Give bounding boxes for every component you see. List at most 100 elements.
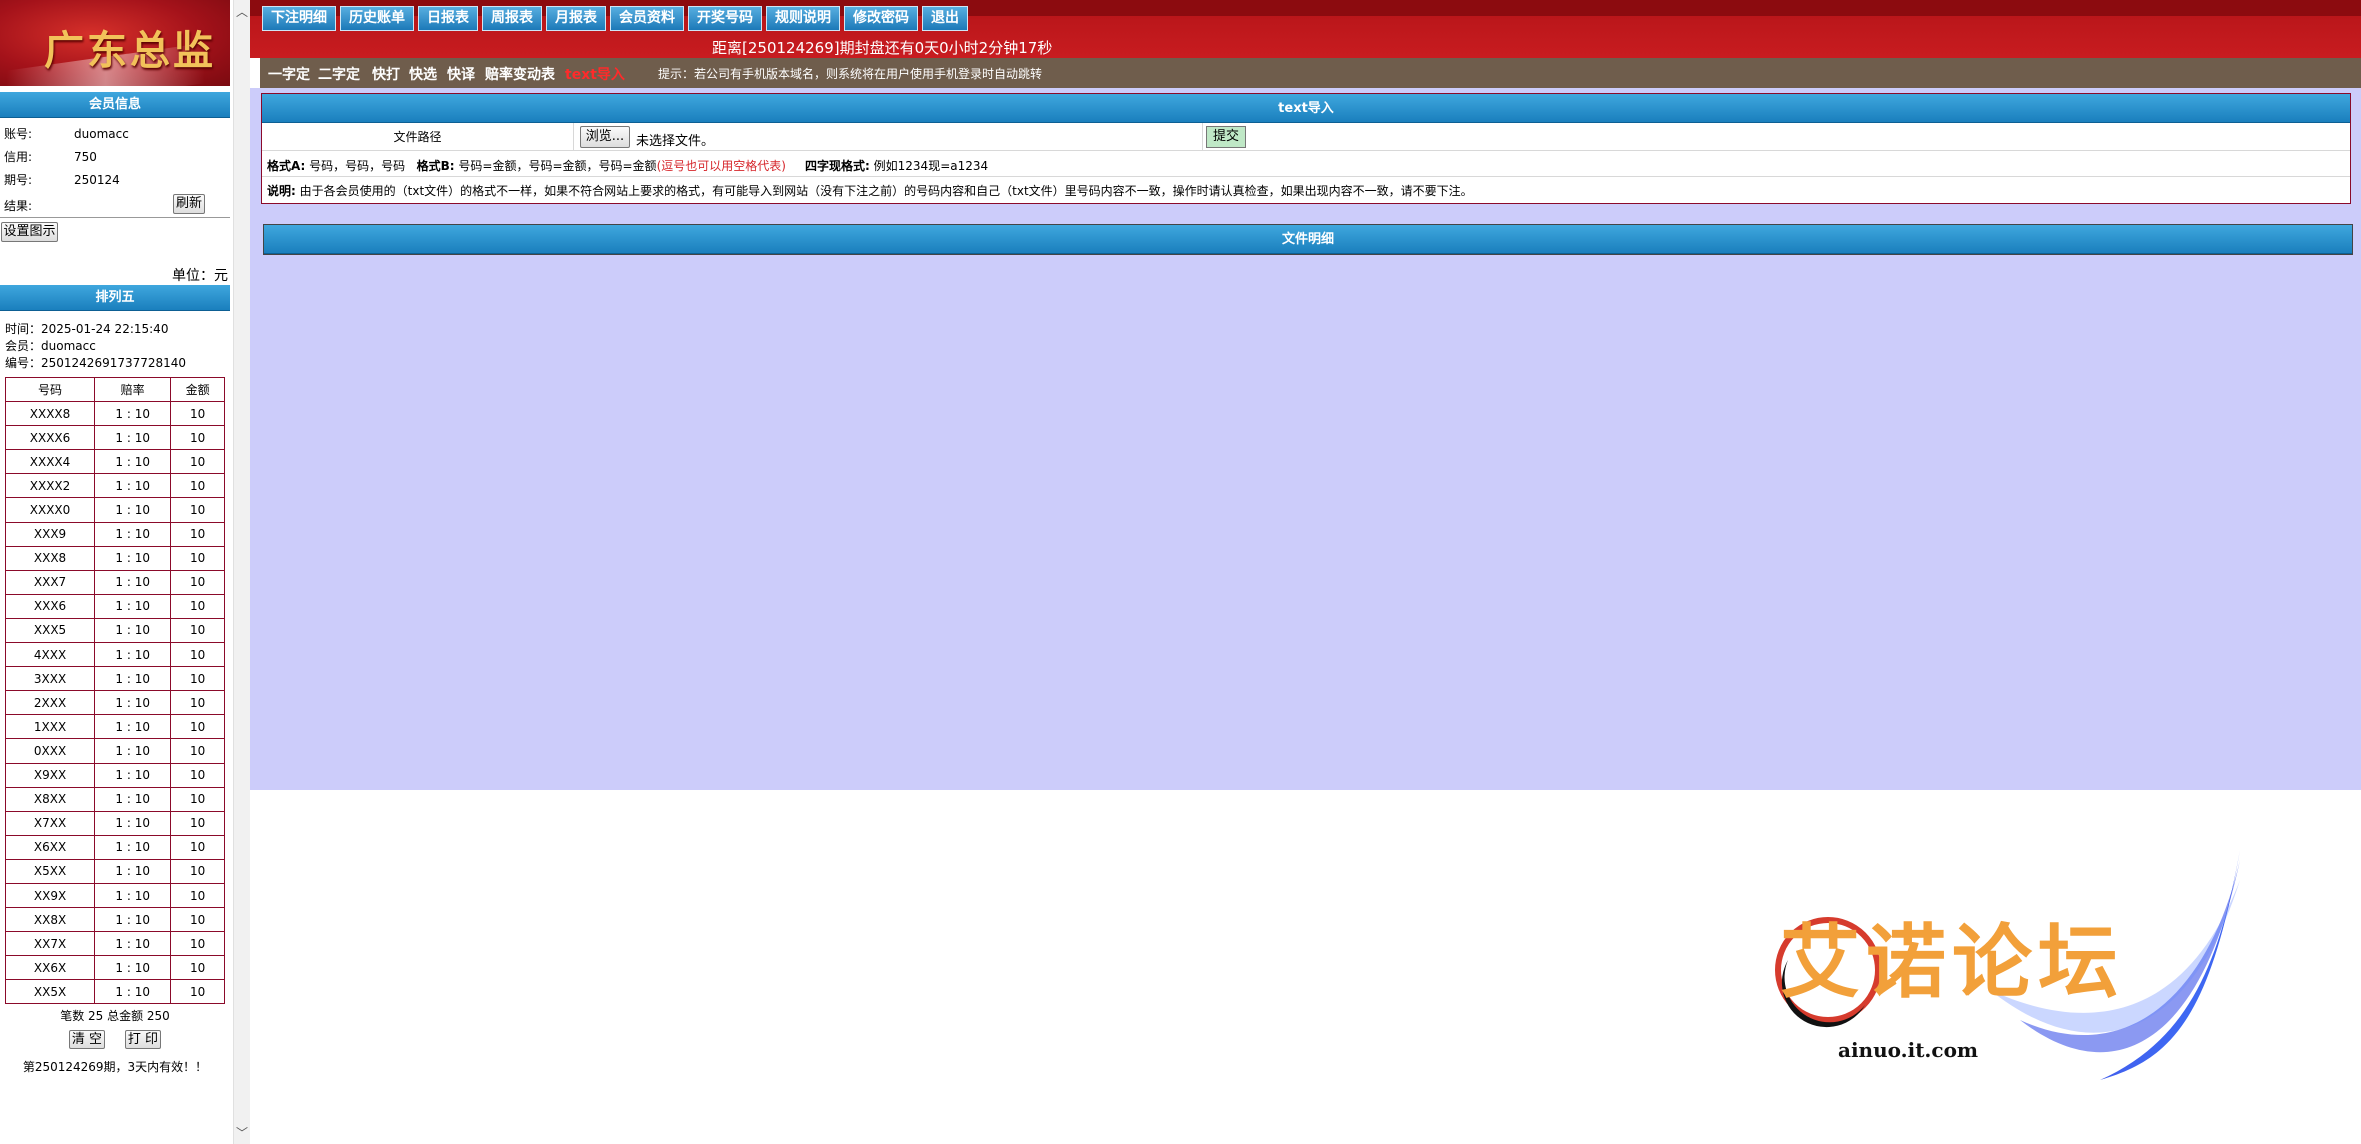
subnav-item-quick-play[interactable]: 快打: [372, 64, 400, 84]
table-row: XXX7 1 : 10 10: [4, 569, 225, 595]
row-divider: [262, 176, 2350, 177]
odds: 1 : 10: [94, 714, 172, 740]
period-label: 期号:: [4, 173, 33, 187]
table-row: X9XX 1 : 10 10: [4, 762, 225, 788]
submit-button[interactable]: 提交: [1206, 126, 1246, 148]
odds: 1 : 10: [94, 738, 172, 764]
ticket-member: 会员：duomacc: [5, 339, 96, 353]
odds: 1 : 10: [94, 642, 172, 668]
amount: 10: [170, 473, 225, 499]
file-detail-header: 文件明细: [264, 225, 2352, 254]
import-panel: text导入 文件路径 浏览... 未选择文件。 提交 格式A: 号码，号码，号…: [261, 93, 2351, 204]
amount: 10: [170, 858, 225, 884]
ticket-table: 号码 赔率 金额 XXXX8 1 : 10 10 XXXX6 1 : 10 10 XXXX4 1 …: [4, 376, 225, 1005]
left-panel: 广东总监 会员信息 账号: duomacc 信用: 750 期号: 250124 结果…: [0, 0, 230, 1144]
amount: 10: [170, 401, 225, 427]
nav-item[interactable]: 退出: [922, 6, 968, 31]
ticket-table-header: 号码 赔率 金额: [4, 376, 225, 403]
bet-number: 3XXX: [4, 666, 96, 692]
logo: 广东总监: [0, 0, 230, 86]
format-a-text: 号码，号码，号码: [309, 159, 406, 173]
nav-item[interactable]: 周报表: [482, 6, 542, 31]
amount: 10: [170, 955, 225, 981]
amount: 10: [170, 738, 225, 764]
subnav-item-quick-translate[interactable]: 快译: [447, 64, 475, 84]
odds: 1 : 10: [94, 545, 172, 571]
note-text: 由于各会员使用的（txt文件）的格式不一样，如果不符合网站上要求的格式，有可能导…: [299, 184, 1473, 198]
format-b-label: 格式B:: [416, 159, 455, 173]
nav-item[interactable]: 规则说明: [766, 6, 840, 31]
table-row: XXX6 1 : 10 10: [4, 593, 225, 619]
refresh-button[interactable]: 刷新: [173, 194, 205, 214]
format-4-text: 例如1234现=a1234: [873, 159, 989, 173]
nav-item[interactable]: 月报表: [546, 6, 606, 31]
odds: 1 : 10: [94, 473, 172, 499]
ticket-actions: 清 空打 印: [0, 1030, 230, 1049]
table-row: XXX8 1 : 10 10: [4, 545, 225, 571]
sub-nav: 一字定 二字定 快打 快选 快译 赔率变动表 text导入 提示：若公司有手机版…: [260, 58, 2361, 88]
table-row: XX5X 1 : 10 10: [4, 979, 225, 1005]
bet-number: XX6X: [4, 955, 96, 981]
result-row: 结果:: [4, 197, 74, 214]
odds: 1 : 10: [94, 690, 172, 716]
valid-note: 第250124269期，3天内有效！！: [22, 1060, 208, 1074]
note-label: 说明:: [267, 184, 296, 198]
table-row: XXXX4 1 : 10 10: [4, 449, 225, 475]
amount: 10: [170, 497, 225, 523]
format-b-note: (逗号也可以用空格代表): [656, 159, 786, 173]
odds: 1 : 10: [94, 593, 172, 619]
nav-item[interactable]: 修改密码: [844, 6, 918, 31]
table-row: X5XX 1 : 10 10: [4, 858, 225, 884]
amount: 10: [170, 979, 225, 1005]
table-row: X6XX 1 : 10 10: [4, 834, 225, 860]
ticket-summary: 笔数 25 总金额 250: [60, 1009, 170, 1023]
clear-button[interactable]: 清 空: [69, 1030, 105, 1049]
file-detail-panel: 文件明细: [263, 224, 2353, 255]
watermark-title: 艾诺论坛: [1780, 916, 2124, 1009]
subnav-item-quick-select[interactable]: 快选: [409, 64, 437, 84]
odds: 1 : 10: [94, 521, 172, 547]
subnav-item-one-digit[interactable]: 一字定: [268, 64, 310, 84]
page: 广东总监 会员信息 账号: duomacc 信用: 750 期号: 250124 结果…: [0, 0, 2361, 1144]
odds: 1 : 10: [94, 497, 172, 523]
left-scrollbar[interactable]: ︿ ﹀: [233, 0, 250, 1144]
logo-title: 广东总监: [44, 27, 216, 74]
print-button[interactable]: 打 印: [125, 1030, 161, 1049]
scroll-up-icon[interactable]: ︿: [234, 3, 250, 20]
amount: 10: [170, 714, 225, 740]
bet-number: XXXX8: [4, 401, 96, 427]
odds: 1 : 10: [94, 449, 172, 475]
format-4-label: 四字现格式:: [805, 159, 870, 173]
period-value: 250124: [74, 173, 120, 187]
nav-item[interactable]: 开奖号码: [688, 6, 762, 31]
amount: 10: [170, 907, 225, 933]
subnav-item-odds-changes[interactable]: 赔率变动表: [485, 64, 555, 84]
odds: 1 : 10: [94, 931, 172, 957]
nav-item[interactable]: 会员资料: [610, 6, 684, 31]
watermark-url: ainuo.it.com: [1838, 1038, 1978, 1062]
settings-button[interactable]: 设置图示: [1, 222, 58, 242]
nav-item[interactable]: 历史账单: [340, 6, 414, 31]
bet-number: XXX7: [4, 569, 96, 595]
bet-number: XXX9: [4, 521, 96, 547]
scroll-down-icon[interactable]: ﹀: [234, 1124, 250, 1141]
nav-item[interactable]: 下注明细: [262, 6, 336, 31]
amount: 10: [170, 617, 225, 644]
nav-item[interactable]: 日报表: [418, 6, 478, 31]
odds: 1 : 10: [94, 955, 172, 981]
bet-number: XXX8: [4, 545, 96, 571]
amount: 10: [170, 666, 225, 692]
odds: 1 : 10: [94, 979, 172, 1005]
amount: 10: [170, 425, 225, 451]
ticket-header: 排列五: [0, 285, 230, 311]
subnav-item-two-digit[interactable]: 二字定: [318, 64, 360, 84]
subnav-item-text-import[interactable]: text导入: [565, 64, 625, 84]
amount: 10: [170, 834, 225, 860]
browse-button[interactable]: 浏览...: [580, 126, 630, 148]
table-row: 0XXX 1 : 10 10: [4, 738, 225, 764]
odds: 1 : 10: [94, 666, 172, 692]
table-row: XX7X 1 : 10 10: [4, 931, 225, 957]
ticket-number: 编号：2501242691737728140: [5, 356, 187, 370]
ticket-column-header: 号码: [4, 376, 96, 403]
account-row: 账号: duomacc: [4, 125, 129, 142]
